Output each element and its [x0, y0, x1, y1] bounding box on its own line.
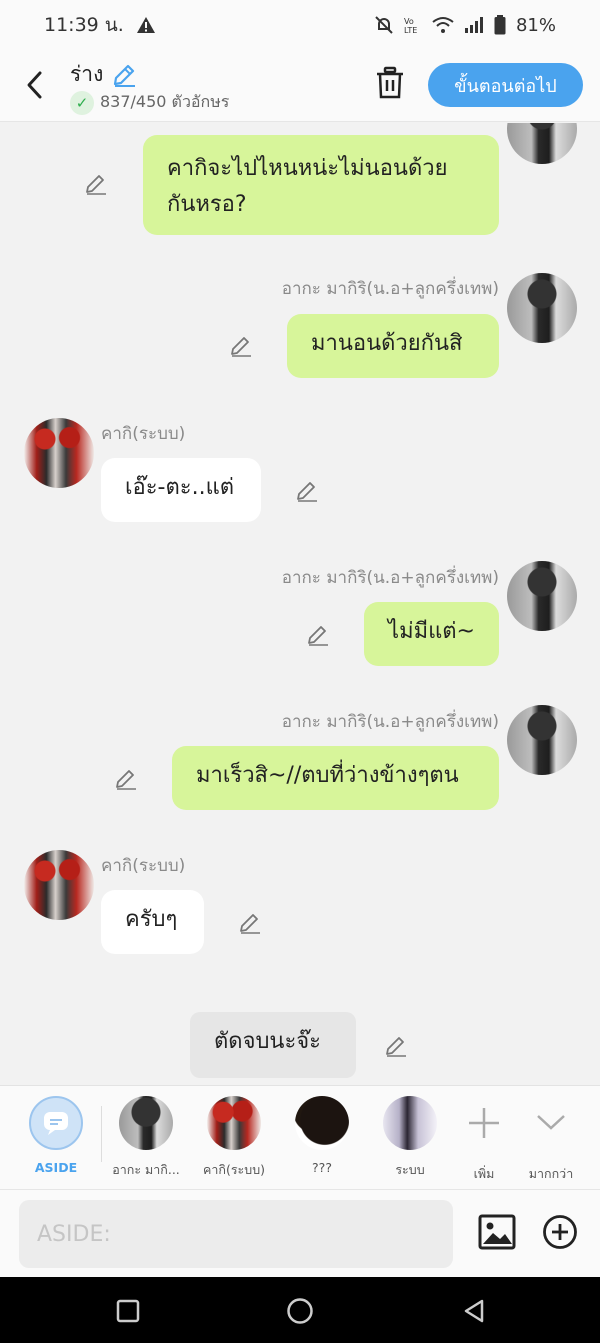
- character-label: ???: [312, 1160, 332, 1175]
- character-label: คากิ(ระบบ): [203, 1162, 265, 1177]
- divider: [101, 1106, 102, 1162]
- character-label: อากะ มากิ...: [112, 1162, 180, 1177]
- avatar-aka-makiri[interactable]: [507, 705, 577, 775]
- back-icon[interactable]: [462, 1298, 486, 1324]
- avatar-aka-makiri[interactable]: [507, 123, 577, 164]
- battery-icon: [494, 15, 506, 35]
- input-bar: [0, 1189, 600, 1277]
- message-input[interactable]: [19, 1200, 453, 1268]
- avatar-kaki[interactable]: [24, 850, 94, 920]
- character-aka-makiri[interactable]: อากะ มากิ...: [106, 1096, 186, 1180]
- wifi-icon: [432, 17, 454, 33]
- svg-text:Vo: Vo: [404, 17, 414, 26]
- volte-icon: VoLTE: [404, 17, 417, 34]
- message-bubble[interactable]: คากิจะไปไหนหน่ะไม่นอนด้วย กันหรอ?: [143, 135, 499, 235]
- character-label: ระบบ: [395, 1162, 425, 1177]
- recents-icon[interactable]: [116, 1299, 140, 1323]
- sender-name: อากะ มากิริ(น.อ+ลูกครึ่งเทพ): [281, 279, 499, 299]
- message-bubble[interactable]: มานอนด้วยกันสิ: [287, 314, 499, 378]
- edit-message-icon[interactable]: [229, 334, 253, 358]
- edit-title-icon[interactable]: [111, 62, 137, 88]
- avatar: [295, 1096, 349, 1150]
- edit-message-icon[interactable]: [306, 623, 330, 647]
- character-bar: ASIDE อากะ มากิ... คากิ(ระบบ) ??? ระบบ เ…: [0, 1085, 600, 1189]
- edit-message-icon[interactable]: [84, 172, 108, 196]
- back-arrow-icon[interactable]: [22, 68, 48, 102]
- trash-icon[interactable]: [374, 66, 406, 100]
- sender-name: อากะ มากิริ(น.อ+ลูกครึ่งเทพ): [281, 568, 499, 588]
- status-time: 11:39 น.: [44, 14, 124, 36]
- message-bubble[interactable]: เอ๊ะ-ตะ..แต่: [101, 458, 261, 522]
- signal-icon: [464, 17, 483, 33]
- avatar-kaki[interactable]: [24, 418, 94, 488]
- edit-message-icon[interactable]: [238, 911, 262, 935]
- sender-name: อากะ มากิริ(น.อ+ลูกครึ่งเทพ): [281, 712, 499, 732]
- character-system[interactable]: ระบบ: [370, 1096, 450, 1180]
- character-label: มากกว่า: [528, 1166, 574, 1181]
- battery-percent: 81%: [515, 14, 556, 36]
- add-circle-icon[interactable]: [542, 1214, 578, 1250]
- sender-name: คากิ(ระบบ): [101, 856, 186, 876]
- system-nav-bar: [0, 1277, 600, 1343]
- chevron-down-icon: [537, 1115, 565, 1130]
- image-icon[interactable]: [478, 1214, 516, 1250]
- header: ร่าง ✓ 837/450 ตัวอักษร ขั้นตอนต่อไป: [0, 50, 600, 122]
- avatar: [207, 1096, 261, 1150]
- edit-message-icon[interactable]: [384, 1034, 408, 1058]
- edit-message-icon[interactable]: [114, 767, 138, 791]
- chat-bubble-icon: [44, 1112, 68, 1135]
- message-bubble[interactable]: ไม่มีแต่~: [364, 602, 499, 666]
- next-step-button[interactable]: ขั้นตอนต่อไป: [428, 63, 583, 107]
- character-kaki[interactable]: คากิ(ระบบ): [194, 1096, 274, 1180]
- more-button[interactable]: มากกว่า: [511, 1096, 591, 1184]
- avatar-aka-makiri[interactable]: [507, 561, 577, 631]
- page-title: ร่าง: [70, 62, 104, 86]
- avatar-aka-makiri[interactable]: [507, 273, 577, 343]
- chat-area[interactable]: คากิจะไปไหนหน่ะไม่นอนด้วย กันหรอ? อากะ ม…: [0, 123, 600, 1085]
- check-icon: ✓: [70, 90, 94, 115]
- sender-name: คากิ(ระบบ): [101, 424, 186, 444]
- svg-text:LTE: LTE: [404, 26, 417, 34]
- aside-bubble[interactable]: ตัดจบนะจ๊ะ: [190, 1012, 356, 1078]
- message-bubble[interactable]: มาเร็วสิ~//ตบที่ว่างข้างๆตน: [172, 746, 499, 810]
- char-count: 837/450 ตัวอักษร: [100, 92, 230, 111]
- character-aside[interactable]: ASIDE: [16, 1096, 96, 1175]
- avatar: [119, 1096, 173, 1150]
- message-bubble[interactable]: ครับๆ: [101, 890, 204, 954]
- edit-message-icon[interactable]: [295, 479, 319, 503]
- character-unknown[interactable]: ???: [282, 1096, 362, 1175]
- character-label: ASIDE: [34, 1160, 78, 1175]
- warning-icon: [136, 17, 155, 33]
- mute-icon: [375, 16, 393, 34]
- status-bar: 11:39 น. Vo LTE 81%: [0, 0, 600, 50]
- avatar: [383, 1096, 437, 1150]
- plus-icon: [469, 1108, 499, 1138]
- home-icon[interactable]: [286, 1297, 314, 1325]
